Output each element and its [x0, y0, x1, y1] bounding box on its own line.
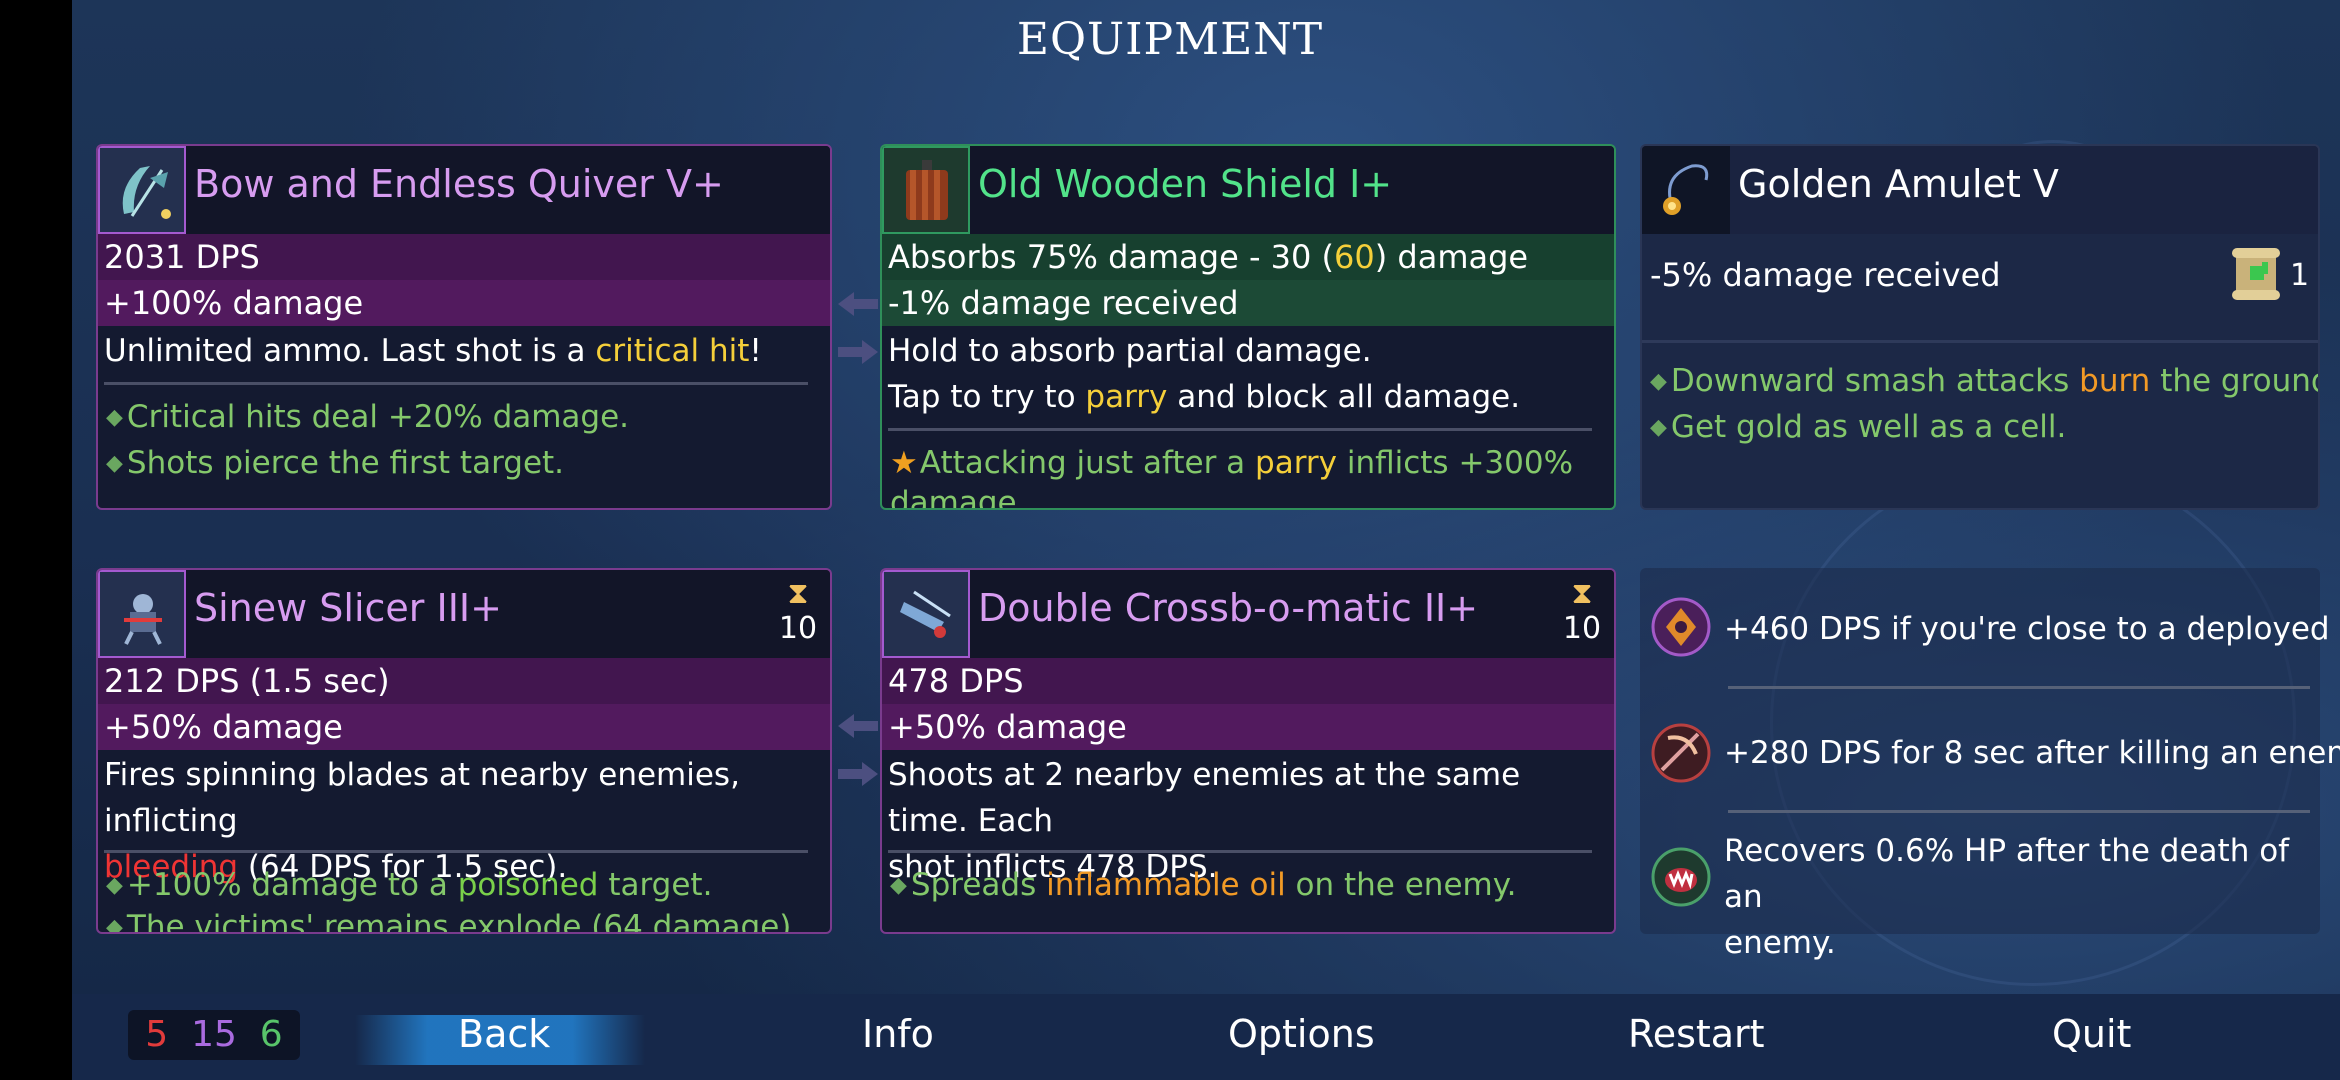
diamond-icon: ◆: [890, 873, 907, 898]
divider: [1728, 686, 2310, 689]
affix: ◆Downward smash attacks burn the ground.: [1650, 363, 2318, 399]
divider: [104, 850, 808, 853]
affix: ◆ Spreads inflammable oil on the enemy.: [890, 867, 1517, 903]
amulet-icon: [1642, 146, 1730, 234]
skill-card-sinew-slicer[interactable]: Sinew Slicer III+ ⧗ 10 212 DPS (1.5 sec)…: [96, 568, 832, 934]
item-name: Double Crossb-o-matic II+: [978, 586, 1479, 630]
mutation-row[interactable]: +460 DPS if you're close to a deployed s…: [1640, 574, 2340, 684]
mutation-row[interactable]: +280 DPS for 8 sec after killing an enem…: [1640, 700, 2340, 810]
swap-left-arrow-icon[interactable]: [838, 290, 878, 318]
damage-received-stat: -1% damage received: [882, 280, 1614, 326]
diamond-icon: ◆: [1650, 415, 1667, 440]
keyword-parry: parry: [1085, 379, 1168, 415]
scroll-icon: [2232, 248, 2280, 300]
purple-cell-count: 15: [191, 1014, 237, 1055]
affix: ◆ Critical hits deal +20% damage.: [106, 399, 630, 435]
mutation-text: Recovers 0.6% HP after the death of an e…: [1724, 833, 2290, 961]
item-name: Old Wooden Shield I+: [978, 162, 1393, 206]
item-description: Unlimited ammo. Last shot is a critical …: [104, 333, 762, 369]
diamond-icon: ◆: [106, 405, 123, 430]
cooldown-seconds: 10: [778, 611, 818, 646]
divider: [104, 382, 808, 385]
mutation-text: +460 DPS if you're close to a deployed s…: [1724, 611, 2340, 647]
cells-counter: 5 15 6: [128, 1010, 300, 1060]
affix: ◆ Shots pierce the first target.: [106, 445, 565, 481]
restart-button[interactable]: Restart: [1628, 1012, 1765, 1056]
card-header: Double Crossb-o-matic II+ ⧗ 10: [882, 570, 1614, 658]
diamond-icon: ◆: [1650, 369, 1667, 394]
damage-bonus-stat: +100% damage: [98, 280, 830, 326]
sinew-slicer-icon: [98, 570, 186, 658]
weapon-card-shield[interactable]: Old Wooden Shield I+ Absorbs 75% damage …: [880, 144, 1616, 510]
card-header: Golden Amulet V: [1642, 146, 2318, 234]
hourglass-icon: ⧗: [787, 576, 809, 611]
skill-card-double-crossbow[interactable]: Double Crossb-o-matic II+ ⧗ 10 478 DPS +…: [880, 568, 1616, 934]
item-name: Golden Amulet V: [1738, 162, 2059, 206]
keyword-critical-hit: critical hit: [595, 333, 750, 369]
item-name: Sinew Slicer III+: [194, 586, 502, 630]
cooldown-indicator: ⧗ 10: [1560, 576, 1604, 646]
card-header: Old Wooden Shield I+: [882, 146, 1614, 234]
info-button[interactable]: Info: [862, 1012, 934, 1056]
absorb-stat: Absorbs 75% damage - 30 (60) damage: [882, 234, 1614, 280]
card-header: Sinew Slicer III+ ⧗ 10: [98, 570, 830, 658]
diamond-icon: ◆: [106, 915, 123, 934]
vampirism-icon: [1651, 847, 1711, 907]
divider: [1642, 340, 2318, 343]
weapon-card-bow[interactable]: Bow and Endless Quiver V+ 2031 DPS +100%…: [96, 144, 832, 510]
diamond-icon: ◆: [106, 873, 123, 898]
scroll-count: 1: [2290, 258, 2310, 293]
page-title: EQUIPMENT: [1016, 14, 1324, 65]
crossbow-turret-icon: [882, 570, 970, 658]
dps-stat: 478 DPS: [882, 658, 1614, 704]
swap-right-arrow-icon[interactable]: [838, 338, 878, 366]
damage-bonus-stat: +50% damage: [882, 704, 1614, 750]
mutation-text: +280 DPS for 8 sec after killing an enem…: [1724, 735, 2340, 771]
green-cell-count: 6: [259, 1014, 283, 1055]
swap-left-arrow-icon[interactable]: [838, 712, 878, 740]
killer-instinct-icon: [1651, 723, 1711, 783]
amulet-card[interactable]: Golden Amulet V -5% damage received 1 ◆ D…: [1640, 144, 2320, 510]
divider: [1728, 810, 2310, 813]
divider: [888, 428, 1592, 431]
star-icon: ★: [890, 445, 918, 481]
red-cell-count: 5: [145, 1014, 169, 1055]
cooldown-indicator: ⧗ 10: [776, 576, 820, 646]
shield-icon: [882, 146, 970, 234]
quit-button[interactable]: Quit: [2052, 1012, 2131, 1056]
damage-received-stat: -5% damage received: [1650, 256, 2001, 294]
combo-mutation-icon: [1651, 597, 1711, 657]
options-button[interactable]: Options: [1228, 1012, 1375, 1056]
affix: ◆ +100% damage to a poisoned target.: [106, 867, 713, 903]
back-button[interactable]: Back: [458, 1012, 550, 1056]
mutation-row[interactable]: Recovers 0.6% HP after the death of an e…: [1640, 824, 2320, 961]
diamond-icon: ◆: [106, 451, 123, 476]
hourglass-icon: ⧗: [1571, 576, 1593, 611]
left-black-bar: [0, 0, 72, 1080]
card-header: Bow and Endless Quiver V+: [98, 146, 830, 234]
affix: ◆ Get gold as well as a cell.: [1650, 409, 2067, 445]
affix: ◆ The victims' remains explode (64 damage…: [106, 904, 801, 934]
item-name: Bow and Endless Quiver V+: [194, 162, 724, 206]
dps-stat: 212 DPS (1.5 sec): [98, 658, 830, 704]
divider: [888, 850, 1592, 853]
damage-bonus-stat: +50% damage: [98, 704, 830, 750]
dps-stat: 2031 DPS: [98, 234, 830, 280]
bow-icon: [98, 146, 186, 234]
swap-right-arrow-icon[interactable]: [838, 760, 878, 788]
item-description: Hold to absorb partial damage. Tap to tr…: [888, 333, 1521, 415]
legendary-affix-overflow: damage.: [890, 485, 1027, 510]
cooldown-seconds: 10: [1562, 611, 1602, 646]
